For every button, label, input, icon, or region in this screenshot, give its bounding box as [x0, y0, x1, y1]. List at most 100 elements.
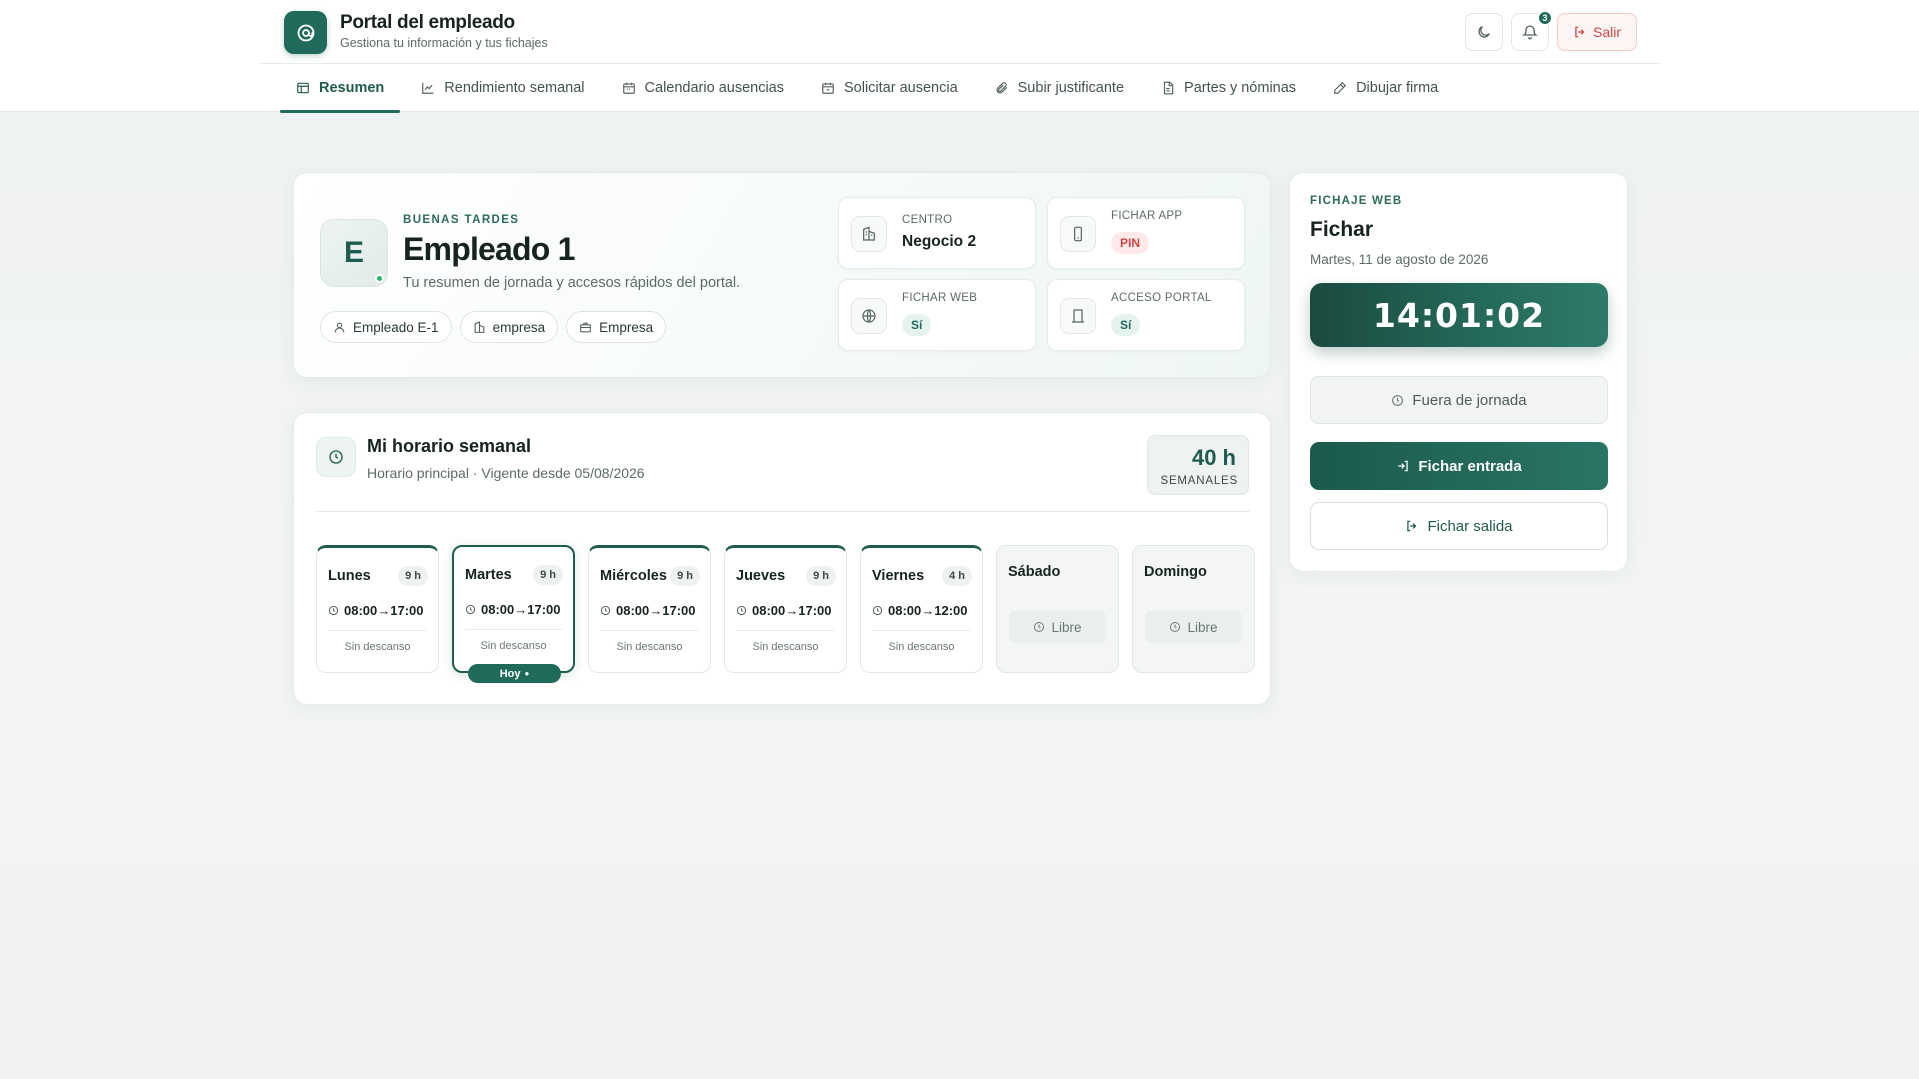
day-divider	[328, 630, 427, 631]
clock-icon	[872, 605, 883, 616]
day-name: Domingo	[1144, 564, 1207, 580]
clock-in-button[interactable]: Fichar entrada	[1310, 442, 1608, 490]
door-icon	[1060, 298, 1096, 334]
day-rest: Sin descanso	[752, 641, 819, 653]
today-dot-icon: ●	[524, 669, 530, 678]
day-name: Martes	[465, 567, 512, 583]
globe-icon	[851, 298, 887, 334]
bell-icon	[1522, 25, 1538, 40]
day-hours-badge: 9 h	[533, 565, 563, 585]
day-time-range: 08:00→17:00	[465, 602, 561, 617]
tab-resumen[interactable]: Resumen	[280, 64, 401, 113]
fichaje-title: Fichar	[1310, 218, 1374, 241]
day-card-jueves: Jueves 9 h 08:00→17:00 Sin descanso	[724, 545, 847, 673]
day-off-indicator: Libre	[1009, 611, 1106, 643]
day-hours-badge: 4 h	[942, 566, 972, 586]
start-time: 08:00	[888, 603, 922, 618]
briefcase-icon	[580, 322, 592, 332]
paperclip-icon	[996, 82, 1007, 94]
day-off-label: Libre	[1051, 619, 1082, 635]
days-row: Lunes 9 h 08:00→17:00 Sin descanso Marte…	[316, 545, 1255, 683]
weekly-hours-box: 40 h SEMANALES	[1147, 435, 1249, 495]
day-rest: Sin descanso	[616, 641, 683, 653]
clock-icon	[1392, 394, 1404, 406]
today-label: Hoy	[499, 667, 521, 680]
pen-icon	[1334, 81, 1347, 94]
day-card-miercoles: Miércoles 9 h 08:00→17:00 Sin descanso	[588, 545, 711, 673]
smartphone-icon	[1060, 216, 1096, 252]
day-name: Lunes	[328, 568, 371, 584]
theme-toggle-button[interactable]	[1465, 13, 1503, 51]
day-divider	[736, 630, 835, 631]
day-card-sabado: Sábado Libre	[996, 545, 1119, 673]
tile-pill: Sí	[902, 314, 932, 336]
clock-icon	[736, 605, 747, 616]
notifications-button[interactable]: 3	[1511, 11, 1552, 51]
day-hours-badge: 9 h	[398, 566, 428, 586]
weekly-hours-label: SEMANALES	[1160, 475, 1238, 487]
day-card-domingo: Domingo Libre	[1132, 545, 1255, 673]
day-time-range: 08:00→17:00	[736, 603, 832, 618]
tab-label: Resumen	[319, 80, 385, 96]
tab-partes-y-nominas[interactable]: Partes y nóminas	[1145, 64, 1312, 112]
tab-label: Solicitar ausencia	[843, 80, 958, 96]
day-card-viernes: Viernes 4 h 08:00→12:00 Sin descanso	[860, 545, 983, 673]
end-time: 17:00	[527, 602, 561, 617]
clock-in-card: FICHAJE WEB Fichar Martes, 11 de agosto …	[1289, 172, 1628, 572]
chip-label: Empresa	[599, 319, 654, 335]
fichaje-date: Martes, 11 de agosto de 2026	[1310, 252, 1489, 267]
day-divider	[872, 630, 971, 631]
clock-out-button[interactable]: Fichar salida	[1310, 502, 1608, 550]
clock-icon	[465, 604, 476, 615]
schedule-subtitle: Horario principal · Vigente desde 05/08/…	[367, 465, 645, 481]
end-time: 17:00	[662, 603, 696, 618]
tab-label: Subir justificante	[1017, 80, 1125, 96]
tile-value: Negocio 2	[902, 233, 977, 250]
fichaje-eyebrow: FICHAJE WEB	[1310, 195, 1403, 207]
chip-company-type: Empresa	[566, 311, 667, 343]
tab-dibujar-firma[interactable]: Dibujar firma	[1317, 64, 1454, 112]
tile-label: ACCESO PORTAL	[1111, 292, 1212, 304]
schedule-title: Mi horario semanal	[367, 436, 532, 456]
tile-label: CENTRO	[902, 214, 953, 226]
calendar-icon	[622, 82, 635, 94]
day-name: Sábado	[1008, 564, 1061, 580]
day-card-lunes: Lunes 9 h 08:00→17:00 Sin descanso	[316, 545, 439, 673]
portal-logo-icon	[284, 11, 327, 54]
moon-icon	[1478, 26, 1490, 38]
tab-label: Rendimiento semanal	[444, 80, 585, 96]
live-clock: 14:01:02	[1310, 283, 1608, 347]
day-name: Miércoles	[600, 568, 667, 584]
start-time: 08:00	[752, 603, 786, 618]
tab-calendario-ausencias[interactable]: Calendario ausencias	[606, 64, 800, 112]
avatar-initial: E	[343, 236, 364, 269]
document-icon	[1163, 81, 1174, 95]
top-header: Portal del empleado Gestiona tu informac…	[0, 0, 1919, 113]
logout-button[interactable]: Salir	[1557, 13, 1637, 51]
day-divider	[600, 630, 699, 631]
start-time: 08:00	[481, 602, 515, 617]
tab-solicitar-ausencia[interactable]: Solicitar ausencia	[805, 64, 974, 112]
logout-icon	[1407, 520, 1417, 532]
clock-icon	[316, 437, 356, 477]
moon-clock-icon	[1034, 622, 1045, 632]
employee-chips: Empleado E-1 empresa Empresa	[320, 311, 667, 343]
day-rest: Sin descanso	[888, 641, 955, 653]
employee-name: Empleado 1	[403, 231, 575, 267]
user-icon	[334, 322, 345, 332]
day-hours-badge: 9 h	[806, 566, 836, 586]
chip-label: empresa	[492, 319, 546, 335]
logout-label: Salir	[1592, 24, 1621, 40]
work-status-label: Fuera de jornada	[1412, 391, 1527, 409]
day-off-label: Libre	[1187, 619, 1218, 635]
weekly-hours-value: 40 h	[1191, 445, 1236, 470]
today-badge: Hoy ●	[468, 664, 561, 683]
day-divider	[465, 629, 562, 630]
tab-rendimiento-semanal[interactable]: Rendimiento semanal	[405, 64, 600, 112]
chip-company: empresa	[459, 311, 559, 343]
building-icon	[851, 216, 887, 252]
chart-icon	[422, 82, 434, 94]
day-name: Jueves	[736, 568, 786, 584]
tab-subir-justificante[interactable]: Subir justificante	[979, 64, 1140, 112]
welcome-subtitle: Tu resumen de jornada y accesos rápidos …	[403, 275, 741, 291]
